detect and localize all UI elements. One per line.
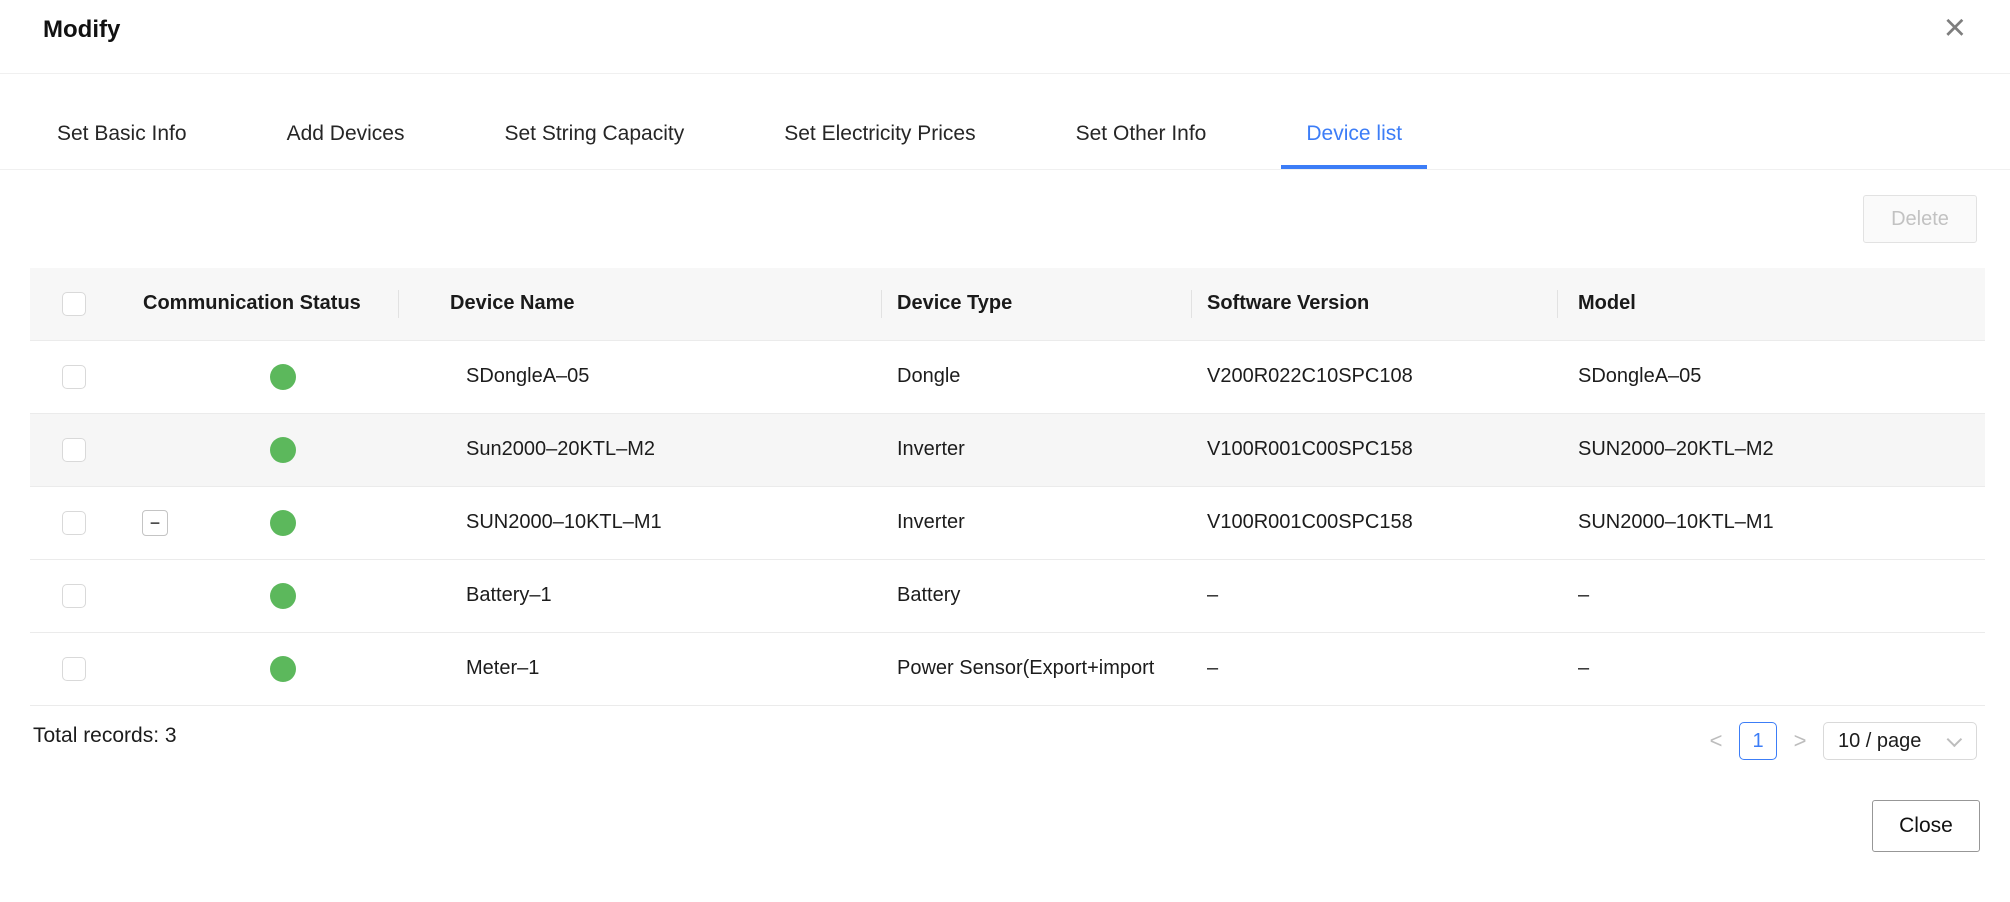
close-button[interactable]: Close bbox=[1872, 800, 1980, 852]
device-model: SUN2000–20KTL–M2 bbox=[1545, 413, 1985, 486]
row-checkbox[interactable] bbox=[62, 438, 86, 462]
select-all-checkbox[interactable] bbox=[62, 292, 86, 316]
software-version: V100R001C00SPC158 bbox=[1180, 413, 1545, 486]
table-row: − SUN2000–10KTL–M1 Inverter V100R001C00S… bbox=[30, 486, 1985, 559]
tab-device-list[interactable]: Device list bbox=[1281, 75, 1427, 169]
device-model: SUN2000–10KTL–M1 bbox=[1545, 486, 1985, 559]
modal-title: Modify bbox=[43, 16, 120, 44]
tab-set-other-info[interactable]: Set Other Info bbox=[1051, 75, 1232, 169]
pagination: < 1 > 10 / page bbox=[1705, 722, 1977, 760]
column-header-communication-status: Communication Status bbox=[115, 268, 450, 340]
status-online-icon bbox=[270, 583, 296, 609]
device-type: Inverter bbox=[870, 413, 1180, 486]
tab-bar: Set Basic Info Add Devices Set String Ca… bbox=[0, 75, 2010, 170]
page-size-value: 10 / page bbox=[1838, 730, 1921, 753]
collapse-row-icon[interactable]: − bbox=[142, 510, 168, 536]
software-version: – bbox=[1180, 632, 1545, 705]
device-type: Battery bbox=[870, 559, 1180, 632]
modal-header: Modify × bbox=[0, 0, 2010, 74]
column-divider bbox=[1191, 290, 1192, 318]
close-icon[interactable]: × bbox=[1944, 6, 1966, 50]
device-name: SDongleA–05 bbox=[450, 340, 870, 413]
device-name: SUN2000–10KTL–M1 bbox=[450, 486, 870, 559]
page-size-select[interactable]: 10 / page bbox=[1823, 722, 1977, 760]
table-row: Battery–1 Battery – – bbox=[30, 559, 1985, 632]
tab-add-devices[interactable]: Add Devices bbox=[262, 75, 430, 169]
tab-set-basic-info[interactable]: Set Basic Info bbox=[32, 75, 212, 169]
table-header-row: Communication Status Device Name Device … bbox=[30, 268, 1985, 340]
device-name: Battery–1 bbox=[450, 559, 870, 632]
device-table: Communication Status Device Name Device … bbox=[30, 268, 1985, 706]
row-checkbox[interactable] bbox=[62, 657, 86, 681]
row-checkbox[interactable] bbox=[62, 584, 86, 608]
device-type: Inverter bbox=[870, 486, 1180, 559]
chevron-down-icon bbox=[1947, 731, 1963, 747]
device-type: Dongle bbox=[870, 340, 1180, 413]
row-checkbox[interactable] bbox=[62, 511, 86, 535]
column-divider bbox=[1557, 290, 1558, 318]
status-online-icon bbox=[270, 364, 296, 390]
device-name: Sun2000–20KTL–M2 bbox=[450, 413, 870, 486]
status-online-icon bbox=[270, 656, 296, 682]
row-checkbox[interactable] bbox=[62, 365, 86, 389]
device-type: Power Sensor(Export+import bbox=[870, 632, 1180, 705]
tab-set-string-capacity[interactable]: Set String Capacity bbox=[479, 75, 709, 169]
column-divider bbox=[398, 290, 399, 318]
table-row: Sun2000–20KTL–M2 Inverter V100R001C00SPC… bbox=[30, 413, 1985, 486]
status-online-icon bbox=[270, 510, 296, 536]
total-records-label: Total records: 3 bbox=[33, 724, 177, 748]
status-online-icon bbox=[270, 437, 296, 463]
modify-modal: Modify × Set Basic Info Add Devices Set … bbox=[0, 0, 2010, 902]
column-header-software-version: Software Version bbox=[1180, 268, 1545, 340]
table-row: Meter–1 Power Sensor(Export+import – – bbox=[30, 632, 1985, 705]
device-model: – bbox=[1545, 559, 1985, 632]
software-version: – bbox=[1180, 559, 1545, 632]
software-version: V100R001C00SPC158 bbox=[1180, 486, 1545, 559]
tab-set-electricity-prices[interactable]: Set Electricity Prices bbox=[759, 75, 1000, 169]
device-model: SDongleA–05 bbox=[1545, 340, 1985, 413]
column-header-model: Model bbox=[1545, 268, 1985, 340]
table-row: SDongleA–05 Dongle V200R022C10SPC108 SDo… bbox=[30, 340, 1985, 413]
column-header-device-type: Device Type bbox=[870, 268, 1180, 340]
page-number-button[interactable]: 1 bbox=[1739, 722, 1777, 760]
column-divider bbox=[881, 290, 882, 318]
prev-page-icon[interactable]: < bbox=[1705, 722, 1727, 760]
next-page-icon[interactable]: > bbox=[1789, 722, 1811, 760]
device-model: – bbox=[1545, 632, 1985, 705]
delete-button[interactable]: Delete bbox=[1863, 195, 1977, 243]
software-version: V200R022C10SPC108 bbox=[1180, 340, 1545, 413]
device-name: Meter–1 bbox=[450, 632, 870, 705]
column-header-device-name: Device Name bbox=[450, 268, 870, 340]
